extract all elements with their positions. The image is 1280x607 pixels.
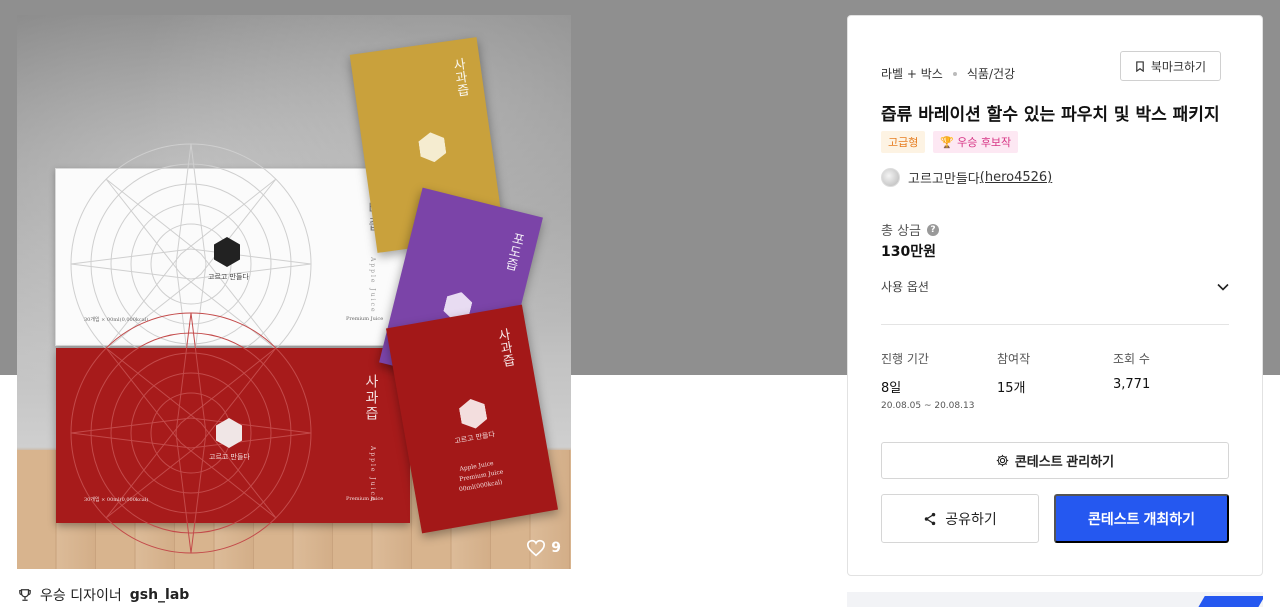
bookmark-label: 북마크하기 <box>1150 59 1207 74</box>
client-info[interactable]: 고르고만들다 (hero4526) <box>881 168 1052 187</box>
like-count: 9 <box>551 540 561 556</box>
help-icon[interactable]: ? <box>927 223 940 236</box>
share-button[interactable]: 공유하기 <box>881 494 1039 543</box>
winner-prefix: 우승 디자이너 <box>40 588 122 604</box>
purple-pouch-label: 포도즙 <box>501 230 526 272</box>
mandala-pattern <box>70 312 312 554</box>
candidate-badge-label: 우승 후보작 <box>957 136 1012 149</box>
red-pouch-label: 사과즙 <box>493 327 516 369</box>
share-icon <box>924 512 936 525</box>
stat-value: 15개 <box>997 381 1026 396</box>
subcategory-link[interactable]: 식품/건강 <box>967 65 1015 82</box>
prize-label: 총 상금 ? <box>881 220 940 239</box>
chevron-down-icon <box>1217 283 1229 291</box>
brand-emblem-icon <box>417 131 447 164</box>
stat-duration: 진행 기간 8일 20.08.05 ~ 20.08.13 <box>881 350 974 411</box>
share-label: 공유하기 <box>945 510 997 527</box>
red-box-premium: Premium Juice <box>346 496 384 502</box>
brand-emblem-icon <box>458 397 489 431</box>
white-box-premium: Premium Juice <box>346 316 384 322</box>
red-box-brand: 고르고 만들다 <box>209 453 250 461</box>
white-box-brand: 고르고 만들다 <box>208 273 249 281</box>
host-contest-button[interactable]: 콘테스트 개최하기 <box>1054 494 1229 543</box>
manage-contest-label: 콘테스트 관리하기 <box>1014 454 1115 469</box>
winner-designer: 우승 디자이너 gsh_lab <box>18 585 189 605</box>
premium-badge: 고급형 <box>881 131 926 153</box>
like-button[interactable]: 9 <box>526 539 561 557</box>
breadcrumb-separator <box>952 71 957 76</box>
stat-label: 진행 기간 <box>881 352 929 366</box>
red-juice-box: 고르고 만들다 30개입 × 00ml(0,000kcal) Premium J… <box>56 312 410 554</box>
bookmark-icon <box>1136 60 1144 72</box>
divider <box>881 324 1229 325</box>
prize-label-text: 총 상금 <box>881 224 922 239</box>
accent-shape <box>1193 596 1263 607</box>
white-box-sub-label: Apple Juice <box>369 257 376 314</box>
avatar <box>881 168 900 187</box>
tag-list: 고급형 🏆 우승 후보작 <box>881 131 1019 153</box>
gear-icon <box>996 454 1009 467</box>
stat-views: 조회 수 3,771 <box>1113 350 1150 392</box>
contest-title: 즙류 바레이션 할수 있는 파우치 및 박스 패키지 <box>881 105 1220 125</box>
trophy-icon: 🏆 <box>940 135 955 149</box>
red-box-sub-label: Apple Juice <box>369 446 376 503</box>
client-name: 고르고만들다 <box>908 172 980 187</box>
options-label: 사용 옵션 <box>881 280 929 294</box>
client-id-link[interactable]: (hero4526) <box>980 170 1052 185</box>
contest-product-image[interactable]: 고르고 만들다 30개입 × 00ml(0,000kcal) Premium J… <box>17 15 571 569</box>
stat-entries: 참여작 15개 <box>997 350 1030 396</box>
stat-date-range: 20.08.05 ~ 20.08.13 <box>881 401 975 411</box>
options-dropdown[interactable]: 사용 옵션 <box>881 278 1229 295</box>
stat-label: 참여작 <box>997 352 1031 366</box>
bookmark-button[interactable]: 북마크하기 <box>1120 51 1221 81</box>
heart-icon <box>527 539 546 557</box>
prize-value: 130만원 <box>881 244 936 260</box>
red-box-spec: 30개입 × 00ml(0,000kcal) <box>84 497 149 503</box>
gold-pouch-label: 사과즙 <box>449 56 470 98</box>
candidate-badge: 🏆 우승 후보작 <box>933 131 1019 153</box>
red-box-label: 사과즙 <box>363 374 379 422</box>
stat-value: 3,771 <box>1113 377 1151 392</box>
trophy-icon <box>19 589 31 601</box>
stat-label: 조회 수 <box>1113 352 1150 366</box>
contest-info-panel: 라벨 + 박스 식품/건강 북마크하기 즙류 바레이션 할수 있는 파우치 및 … <box>847 15 1263 576</box>
winner-name[interactable]: gsh_lab <box>130 587 190 603</box>
next-section-preview <box>847 592 1263 607</box>
breadcrumb: 라벨 + 박스 식품/건강 <box>881 65 1015 82</box>
category-link[interactable]: 라벨 + 박스 <box>881 65 943 82</box>
red-pouch-brand: 고르고 만들다 <box>453 430 496 446</box>
stat-value: 8일 <box>881 381 902 396</box>
manage-contest-button[interactable]: 콘테스트 관리하기 <box>881 442 1229 479</box>
